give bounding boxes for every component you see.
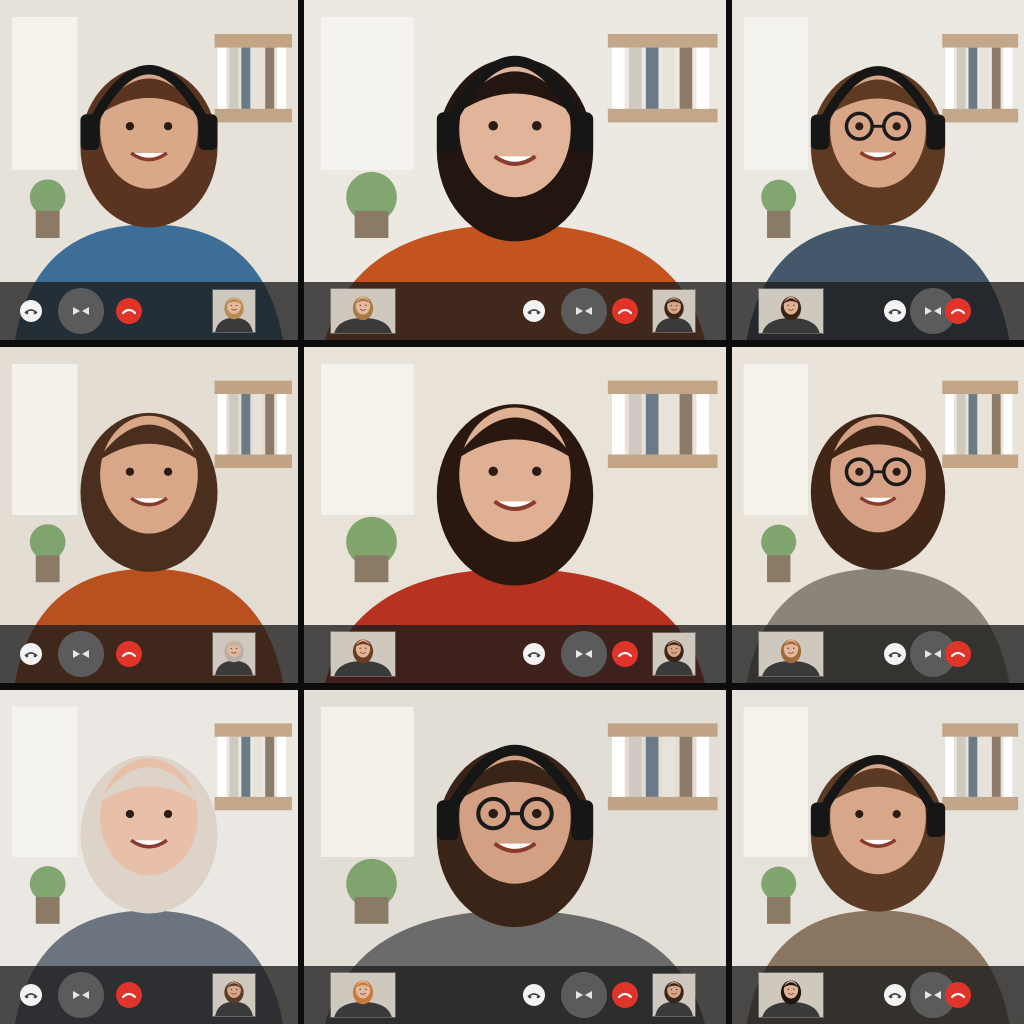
end-call-button[interactable] xyxy=(116,298,142,324)
end-call-button[interactable] xyxy=(945,641,972,667)
end-call-button[interactable] xyxy=(116,641,142,667)
end-call-icon xyxy=(951,991,966,999)
participant-tile[interactable] xyxy=(0,347,298,683)
end-call-button[interactable] xyxy=(612,298,639,324)
end-call-button[interactable] xyxy=(116,982,142,1008)
self-view-thumbnail[interactable] xyxy=(330,288,396,334)
call-control-bar xyxy=(0,966,298,1024)
mute-button[interactable] xyxy=(883,643,906,665)
end-call-button[interactable] xyxy=(945,982,972,1008)
mute-icon xyxy=(527,991,542,999)
end-call-button[interactable] xyxy=(945,298,972,324)
end-call-button[interactable] xyxy=(612,641,639,667)
video-toggle-icon xyxy=(72,990,90,1000)
end-call-icon xyxy=(122,991,136,999)
mute-icon xyxy=(24,307,38,315)
video-toggle-icon xyxy=(924,990,942,1000)
self-view-thumbnail[interactable] xyxy=(330,972,396,1018)
end-call-icon xyxy=(618,307,633,315)
mute-button[interactable] xyxy=(883,300,906,322)
video-toggle-button[interactable] xyxy=(58,631,104,677)
self-view-thumbnail[interactable] xyxy=(212,289,256,333)
end-call-button[interactable] xyxy=(612,982,639,1008)
self-view-thumbnail[interactable] xyxy=(330,631,396,677)
remote-view-thumbnail[interactable] xyxy=(212,632,256,676)
end-call-icon xyxy=(618,650,633,658)
mute-icon xyxy=(888,991,902,999)
participant-tile[interactable] xyxy=(0,690,298,1024)
mute-button[interactable] xyxy=(20,643,42,665)
video-toggle-icon xyxy=(72,306,90,316)
video-toggle-icon xyxy=(575,649,593,659)
call-control-bar xyxy=(0,625,298,683)
participant-tile[interactable] xyxy=(0,0,298,340)
end-call-icon xyxy=(618,991,633,999)
participant-tile[interactable] xyxy=(304,0,726,340)
mute-icon xyxy=(24,991,38,999)
end-call-icon xyxy=(122,307,136,315)
end-call-icon xyxy=(951,307,966,315)
call-control-bar xyxy=(732,282,1024,340)
call-control-bar xyxy=(0,282,298,340)
video-toggle-button[interactable] xyxy=(58,972,104,1018)
participant-tile[interactable] xyxy=(732,0,1024,340)
mute-button[interactable] xyxy=(523,984,546,1006)
video-call-grid xyxy=(0,0,1024,1024)
participant-tile[interactable] xyxy=(304,690,726,1024)
mute-button[interactable] xyxy=(20,300,42,322)
participant-tile[interactable] xyxy=(732,690,1024,1024)
call-control-bar xyxy=(732,625,1024,683)
mute-icon xyxy=(888,650,902,658)
video-toggle-icon xyxy=(72,649,90,659)
video-toggle-icon xyxy=(575,306,593,316)
remote-view-thumbnail[interactable] xyxy=(212,973,256,1017)
self-view-thumbnail[interactable] xyxy=(758,972,824,1018)
call-control-bar xyxy=(304,625,726,683)
end-call-icon xyxy=(951,650,966,658)
self-view-thumbnail[interactable] xyxy=(758,288,824,334)
video-toggle-button[interactable] xyxy=(561,631,608,677)
video-toggle-button[interactable] xyxy=(561,288,608,334)
end-call-icon xyxy=(122,650,136,658)
video-toggle-icon xyxy=(924,306,942,316)
call-control-bar xyxy=(304,282,726,340)
mute-button[interactable] xyxy=(523,300,546,322)
mute-icon xyxy=(888,307,902,315)
remote-view-thumbnail[interactable] xyxy=(652,289,696,333)
remote-view-thumbnail[interactable] xyxy=(652,973,696,1017)
mute-button[interactable] xyxy=(523,643,546,665)
call-control-bar xyxy=(732,966,1024,1024)
video-toggle-button[interactable] xyxy=(561,972,608,1018)
mute-button[interactable] xyxy=(20,984,42,1006)
self-view-thumbnail[interactable] xyxy=(758,631,824,677)
mute-icon xyxy=(527,307,542,315)
mute-icon xyxy=(24,650,38,658)
video-toggle-icon xyxy=(924,649,942,659)
remote-view-thumbnail[interactable] xyxy=(652,632,696,676)
participant-tile[interactable] xyxy=(304,347,726,683)
mute-button[interactable] xyxy=(883,984,906,1006)
participant-tile[interactable] xyxy=(732,347,1024,683)
video-toggle-button[interactable] xyxy=(58,288,104,334)
mute-icon xyxy=(527,650,542,658)
call-control-bar xyxy=(304,966,726,1024)
video-toggle-icon xyxy=(575,990,593,1000)
